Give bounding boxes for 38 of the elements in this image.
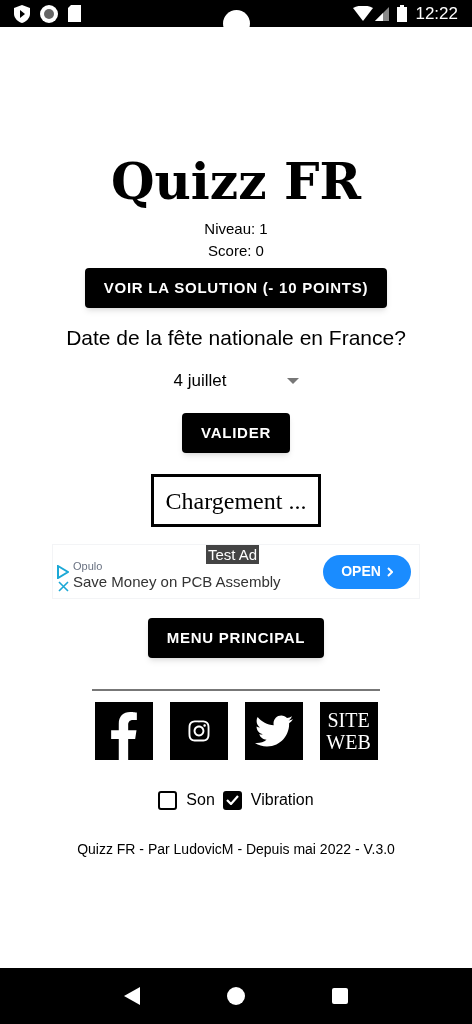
twitter-link[interactable]: [244, 702, 303, 760]
instagram-icon: [186, 719, 211, 743]
back-icon[interactable]: [123, 987, 140, 1005]
recents-icon[interactable]: [332, 988, 349, 1004]
instagram-link[interactable]: [169, 702, 228, 760]
validate-button[interactable]: VALIDER: [182, 413, 290, 453]
loading-box: Chargement ...: [151, 474, 321, 527]
answer-dropdown[interactable]: 4 juillet: [173, 366, 299, 396]
main-menu-button[interactable]: MENU PRINCIPAL: [147, 618, 325, 658]
home-icon[interactable]: [227, 987, 245, 1005]
sd-card-icon: [68, 5, 81, 22]
checkbox-label: Son: [186, 790, 215, 810]
battery-icon: [397, 5, 408, 22]
dropdown-arrow-icon: [286, 378, 299, 384]
facebook-link[interactable]: [94, 702, 153, 760]
check-icon: [225, 795, 239, 805]
level-text: Niveau: 1: [204, 219, 268, 239]
website-link[interactable]: SITE WEB: [319, 702, 378, 760]
ad-badge: Test Ad: [206, 545, 260, 564]
play-icon: [57, 565, 69, 579]
app-title: Quizz FR: [110, 152, 362, 212]
clock: 12:22: [415, 2, 458, 25]
shield-icon: [14, 4, 30, 23]
facebook-icon: [108, 712, 139, 760]
ad-banner[interactable]: Test Ad Opulo Save Money on PCB Assembly OPEN: [52, 544, 420, 599]
question-text: Date de la fête nationale en France?: [66, 325, 406, 351]
ad-headline: Save Money on PCB Assembly: [73, 572, 282, 592]
checkbox[interactable]: [158, 790, 178, 810]
close-icon: [57, 581, 69, 592]
footer-text: Quizz FR - Par LudovicM - Depuis mai 2022 - V.3.0: [77, 840, 395, 859]
record-icon: [40, 4, 58, 23]
checkbox-label: Vibration: [250, 790, 314, 810]
checkbox[interactable]: [222, 790, 242, 810]
signal-icon: [375, 6, 390, 21]
ad-advertiser: Opulo: [73, 559, 104, 572]
score-text: Score: 0: [208, 241, 264, 261]
solution-button[interactable]: VOIR LA SOLUTION (- 10 POINTS): [84, 268, 388, 308]
chevron-icon: [386, 566, 393, 577]
